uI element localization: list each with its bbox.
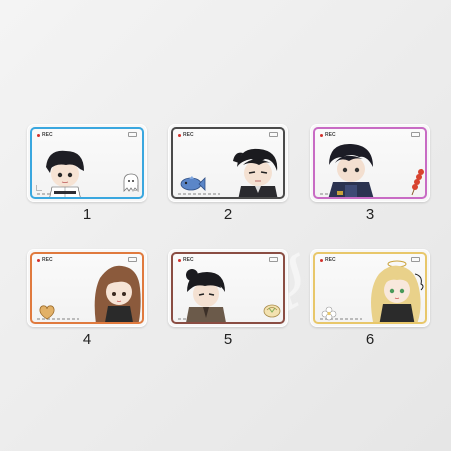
camera-frame: REC — [30, 127, 144, 199]
battery-icon — [128, 132, 137, 137]
battery-icon — [128, 257, 137, 262]
flower-icon — [321, 306, 337, 321]
corner-mark — [36, 185, 42, 191]
character-boy-black-hair — [46, 150, 84, 197]
battery-icon — [269, 257, 278, 262]
rec-indicator: REC — [320, 132, 336, 138]
rec-label: REC — [183, 132, 194, 138]
rec-label: REC — [42, 132, 53, 138]
battery-icon — [269, 132, 278, 137]
card-number-1: 1 — [82, 206, 92, 223]
photo-card-1[interactable]: REC — [27, 124, 147, 202]
rec-label: REC — [325, 132, 336, 138]
photo-card-6[interactable]: REC — [310, 249, 430, 327]
photo-card-5[interactable]: REC — [168, 249, 288, 327]
photo-card-3[interactable]: REC — [310, 124, 430, 202]
rec-label: REC — [325, 257, 336, 263]
card-number-2: 2 — [223, 206, 233, 223]
rec-dot-icon — [37, 133, 40, 137]
character-man-hair-bun — [186, 269, 226, 322]
rec-dot-icon — [178, 133, 181, 137]
rec-indicator: REC — [178, 132, 194, 138]
rec-dot-icon — [37, 258, 40, 262]
photo-card-4[interactable]: REC — [27, 249, 147, 327]
battery-icon — [411, 132, 420, 137]
camera-frame: REC — [30, 252, 144, 324]
rec-indicator: REC — [37, 257, 53, 263]
rec-indicator: REC — [320, 257, 336, 263]
bun-icon — [263, 304, 281, 318]
corner-mark — [132, 185, 138, 191]
card-number-3: 3 — [365, 206, 375, 223]
rec-label: REC — [183, 257, 194, 263]
card-number-4: 4 — [82, 331, 92, 348]
character-man-slicked-hair — [233, 148, 278, 197]
photo-card-2[interactable]: REC — [168, 124, 288, 202]
rec-label: REC — [42, 257, 53, 263]
character-blonde-girl-halo — [371, 260, 424, 322]
fish-icon — [180, 176, 206, 191]
footer-text-strip — [178, 193, 220, 195]
rec-dot-icon — [178, 258, 181, 262]
camera-frame: REC — [171, 127, 285, 199]
rec-indicator: REC — [178, 257, 194, 263]
candied-fruit-skewer-icon — [411, 168, 424, 196]
character-boy-navy-outfit — [328, 143, 374, 197]
card-number-5: 5 — [223, 331, 233, 348]
cookie-icon — [39, 305, 55, 320]
rec-dot-icon — [320, 133, 323, 137]
character-woman-long-brown-hair — [94, 265, 141, 322]
camera-frame: REC — [313, 252, 427, 324]
card-number-6: 6 — [365, 331, 375, 348]
camera-frame: REC — [171, 252, 285, 324]
rec-indicator: REC — [37, 132, 53, 138]
camera-frame: REC — [313, 127, 427, 199]
rec-dot-icon — [320, 258, 323, 262]
